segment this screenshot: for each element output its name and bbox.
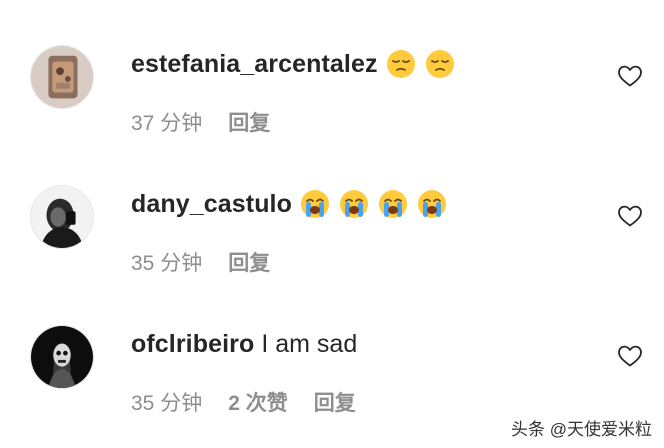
- loudly-crying-face-emoji-icon: [300, 189, 330, 219]
- comment-item: ofclribeiro I am sad 35 分钟 2 次赞 回复: [0, 280, 664, 420]
- heart-outline-icon[interactable]: [617, 64, 643, 88]
- pensive-face-emoji-icon: [425, 49, 455, 79]
- heart-outline-icon[interactable]: [617, 344, 643, 368]
- reply-button[interactable]: 回复: [228, 107, 270, 137]
- comment-emojis: [386, 49, 464, 79]
- reply-button[interactable]: 回复: [228, 247, 270, 277]
- username-link[interactable]: ofclribeiro: [131, 330, 254, 359]
- comment-item: estefania_arcentalez 37 分钟 回复: [0, 0, 664, 140]
- username-link[interactable]: dany_castulo: [131, 190, 292, 219]
- avatar[interactable]: [30, 45, 94, 109]
- reply-button[interactable]: 回复: [314, 387, 356, 417]
- loudly-crying-face-emoji-icon: [417, 189, 447, 219]
- comment-emojis: [300, 189, 456, 219]
- avatar[interactable]: [30, 325, 94, 389]
- comment-time: 35 分钟: [131, 252, 203, 275]
- loudly-crying-face-emoji-icon: [378, 189, 408, 219]
- pensive-face-emoji-icon: [386, 49, 416, 79]
- loudly-crying-face-emoji-icon: [339, 189, 369, 219]
- heart-outline-icon[interactable]: [617, 204, 643, 228]
- likes-count-button[interactable]: 2 次赞: [228, 387, 288, 417]
- avatar[interactable]: [30, 185, 94, 249]
- comment-item: dany_castulo 35 分钟 回复: [0, 140, 664, 280]
- comment-time: 37 分钟: [131, 112, 203, 135]
- comment-text: I am sad: [261, 329, 358, 358]
- username-link[interactable]: estefania_arcentalez: [131, 50, 378, 79]
- watermark: 头条 @天使爱米粒: [511, 420, 652, 439]
- comment-time: 35 分钟: [131, 392, 203, 415]
